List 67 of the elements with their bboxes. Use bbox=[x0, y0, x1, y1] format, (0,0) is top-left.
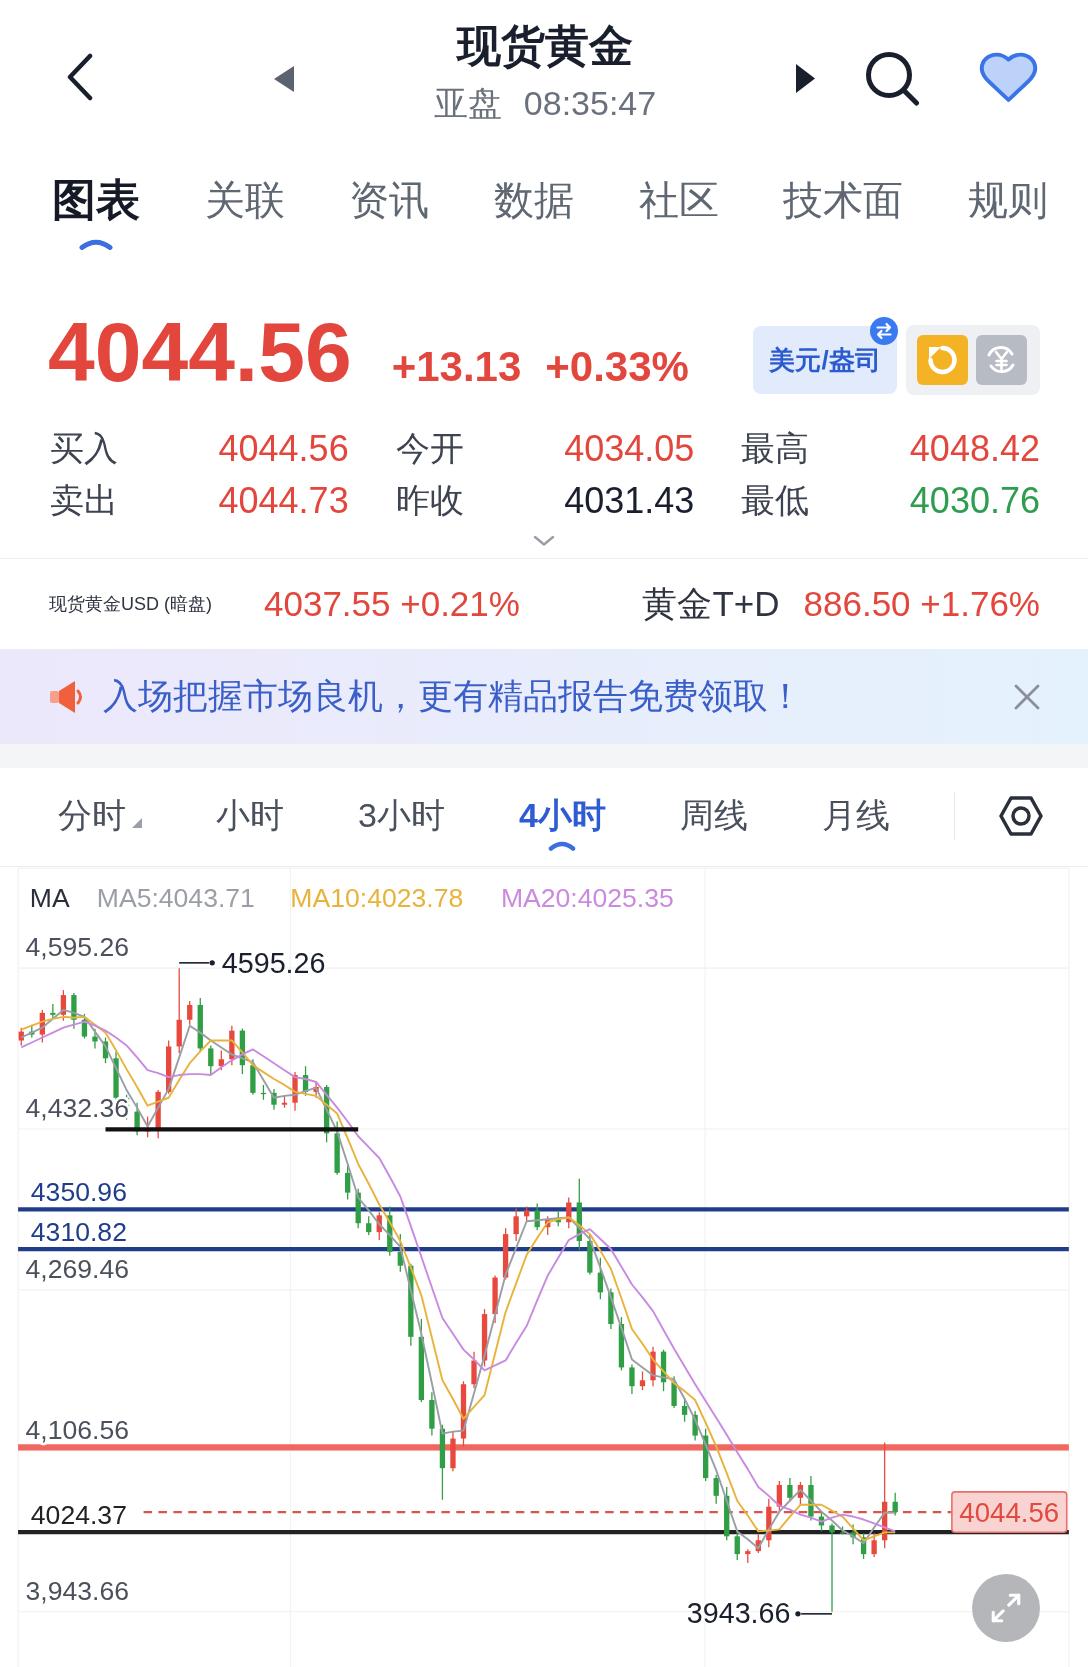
period-tab[interactable]: 分时 bbox=[58, 795, 142, 835]
axis-label: 4,269.46 bbox=[25, 1254, 129, 1285]
period-tab[interactable]: 3小时 bbox=[358, 795, 445, 835]
banner-text: 入场把握市场良机，更有精品报告免费领取！ bbox=[103, 675, 803, 717]
period-tab[interactable]: 周线 bbox=[679, 795, 748, 835]
unit-toggle-button[interactable]: 美元/盎司 bbox=[753, 326, 897, 394]
back-icon[interactable] bbox=[66, 53, 94, 101]
period-tab[interactable]: 小时 bbox=[216, 795, 284, 835]
period-tab[interactable]: 4小时 bbox=[518, 795, 606, 851]
leader-line bbox=[795, 1611, 833, 1617]
ma-legend-title: MA bbox=[29, 883, 70, 914]
stat-value: 4031.43 bbox=[564, 480, 695, 522]
settings-icon[interactable] bbox=[999, 794, 1043, 838]
session-label: 亚盘 bbox=[433, 83, 502, 123]
leader-line bbox=[178, 960, 215, 966]
tab[interactable]: 规则 bbox=[967, 174, 1048, 252]
time-label: 08:35:47 bbox=[523, 83, 657, 123]
last-price-tag: 4044.56 bbox=[951, 1491, 1068, 1534]
stat-label: 买入 bbox=[50, 428, 118, 469]
axis-label: 4,106.56 bbox=[25, 1415, 129, 1446]
period-tab[interactable]: 月线 bbox=[821, 795, 890, 835]
instrument-quote: 4037.55 +0.21% bbox=[264, 584, 520, 624]
stat-value: 4034.05 bbox=[564, 428, 695, 470]
search-icon[interactable] bbox=[864, 50, 920, 107]
selected-indicator-icon bbox=[547, 840, 578, 851]
expand-chevron-icon[interactable] bbox=[533, 535, 555, 547]
stat-value: 4030.76 bbox=[909, 480, 1040, 522]
ma-legend-label: MA20:4025.35 bbox=[500, 883, 674, 914]
ma-legend-label: MA10:4023.78 bbox=[290, 883, 464, 914]
heart-icon[interactable] bbox=[978, 51, 1039, 103]
tab[interactable]: 图表 bbox=[52, 174, 140, 252]
tab[interactable]: 数据 bbox=[493, 174, 574, 252]
instrument-quote: 886.50 +1.76% bbox=[803, 584, 1040, 624]
page-title: 现货黄金 bbox=[457, 20, 633, 72]
stat-label: 卖出 bbox=[50, 480, 118, 521]
swap-icon[interactable] bbox=[870, 317, 898, 345]
stat-label: 今开 bbox=[395, 428, 464, 469]
tab[interactable]: 社区 bbox=[638, 174, 719, 252]
selected-indicator-icon bbox=[78, 238, 114, 250]
tab[interactable]: 关联 bbox=[204, 174, 285, 252]
promo-banner[interactable]: 入场把握市场良机，更有精品报告免费领取！ bbox=[0, 649, 1088, 744]
price-change: +13.13 bbox=[391, 346, 522, 388]
ma-legend-label: MA5:4043.71 bbox=[96, 883, 255, 914]
level-label: 4024.37 bbox=[30, 1499, 127, 1530]
tab[interactable]: 技术面 bbox=[783, 174, 904, 252]
ref-line-label: 4044.56 bbox=[959, 1496, 1060, 1528]
level-label: 4350.96 bbox=[30, 1177, 127, 1207]
stat-value: 4048.42 bbox=[909, 428, 1040, 470]
stat-label: 最低 bbox=[741, 480, 810, 521]
stat-label: 昨收 bbox=[395, 480, 464, 521]
expand-icon bbox=[989, 1591, 1023, 1625]
previous-triangle-icon[interactable] bbox=[274, 66, 294, 92]
close-icon[interactable] bbox=[1013, 682, 1041, 711]
stat-label: 最高 bbox=[741, 428, 810, 469]
axis-label: 3,943.66 bbox=[25, 1576, 129, 1607]
instrument-name: 现货黄金USD (暗盘) bbox=[49, 593, 212, 616]
stat-value: 4044.73 bbox=[218, 480, 349, 522]
tab[interactable]: 资讯 bbox=[349, 174, 430, 252]
low-price-label: 3943.66 bbox=[686, 1597, 791, 1630]
stat-value: 4044.56 bbox=[218, 428, 349, 470]
high-price-label: 4595.26 bbox=[221, 947, 326, 980]
current-price: 4044.56 bbox=[48, 310, 352, 394]
axis-label: 4,595.26 bbox=[25, 932, 129, 963]
next-triangle-icon[interactable] bbox=[796, 64, 815, 93]
price-change-percent: +0.33% bbox=[545, 346, 689, 388]
instrument-name: 黄金T+D bbox=[642, 582, 780, 625]
level-label: 4310.82 bbox=[30, 1216, 127, 1247]
